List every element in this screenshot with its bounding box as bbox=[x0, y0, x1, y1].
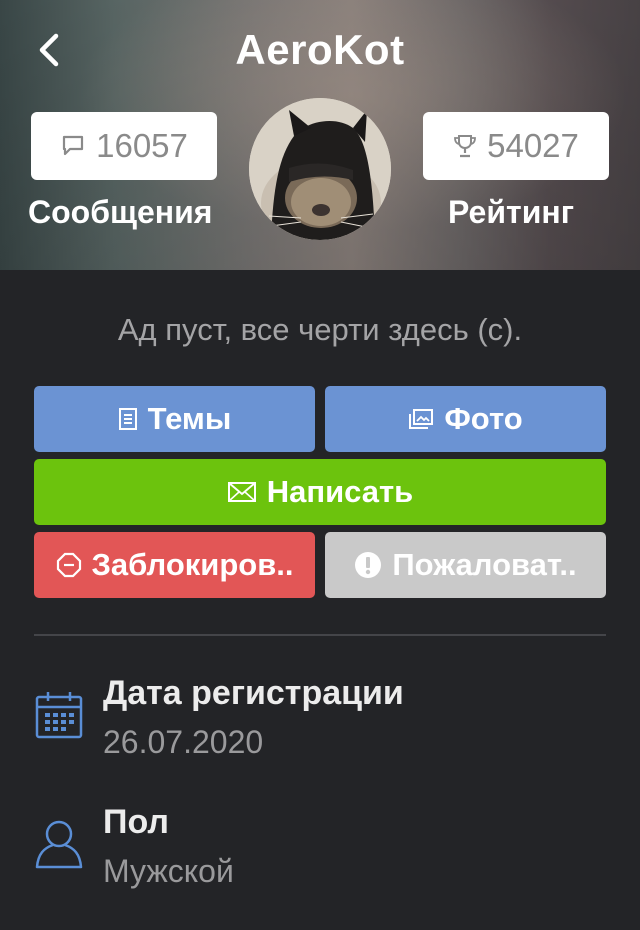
user-icon bbox=[34, 818, 84, 875]
gender-label: Пол bbox=[103, 803, 169, 841]
block-user-label: Заблокиров.. bbox=[91, 547, 294, 582]
trophy-icon bbox=[453, 133, 477, 159]
messages-label: Сообщения bbox=[28, 194, 213, 230]
divider bbox=[34, 634, 606, 636]
stop-icon bbox=[56, 552, 82, 578]
messages-count-box[interactable]: 16057 bbox=[31, 112, 217, 180]
rating-count: 54027 bbox=[487, 127, 579, 164]
avatar-image bbox=[249, 98, 391, 240]
calendar-icon bbox=[34, 690, 84, 745]
status-text: Ад пуст, все черти здесь (с). bbox=[117, 312, 523, 347]
gender-value: Мужской bbox=[103, 853, 234, 889]
document-icon bbox=[118, 407, 138, 431]
photos-label: Фото bbox=[444, 401, 523, 436]
topics-label: Темы bbox=[147, 401, 232, 436]
rating-count-box[interactable]: 54027 bbox=[423, 112, 609, 180]
topics-button[interactable]: Темы bbox=[34, 386, 315, 452]
report-user-label: Пожаловат.. bbox=[392, 547, 577, 582]
exclamation-icon bbox=[354, 551, 382, 579]
profile-header: AeroKot 16057 Сообщения 54027 Рейтинг bbox=[0, 0, 640, 270]
envelope-icon bbox=[227, 481, 257, 503]
comment-icon bbox=[60, 133, 86, 159]
registration-date-label: Дата регистрации bbox=[103, 674, 404, 712]
username-title: AeroKot bbox=[235, 26, 405, 73]
report-user-button[interactable]: Пожаловат.. bbox=[325, 532, 606, 598]
rating-label: Рейтинг bbox=[448, 194, 575, 230]
registration-date-value: 26.07.2020 bbox=[103, 724, 264, 760]
image-icon bbox=[408, 408, 434, 430]
photos-button[interactable]: Фото bbox=[325, 386, 606, 452]
avatar[interactable] bbox=[249, 98, 391, 240]
block-user-button[interactable]: Заблокиров.. bbox=[34, 532, 315, 598]
write-message-label: Написать bbox=[266, 474, 414, 509]
messages-count: 16057 bbox=[96, 127, 188, 164]
write-message-button[interactable]: Написать bbox=[34, 459, 606, 525]
